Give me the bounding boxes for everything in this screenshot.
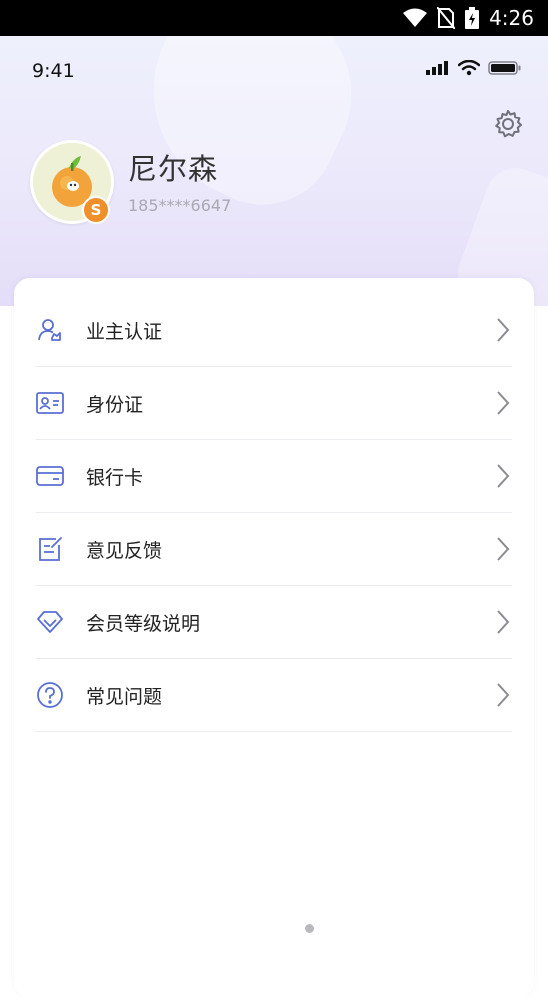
- system-status-bar: 4:26: [0, 0, 548, 36]
- feedback-icon: [36, 535, 64, 563]
- menu-item-bank-card[interactable]: 银行卡: [36, 440, 512, 513]
- menu-list: 业主认证 身份证 银行卡 意见反馈 会员等级说明 常见问题: [36, 294, 512, 732]
- profile-header: 9:41 S 尼尔森 185****6647: [0, 36, 548, 306]
- settings-gear-icon[interactable]: [492, 108, 524, 140]
- menu-label: 业主认证: [86, 320, 163, 343]
- menu-item-id-card[interactable]: 身份证: [36, 367, 512, 440]
- diamond-icon: [36, 608, 64, 636]
- menu-item-feedback[interactable]: 意见反馈: [36, 513, 512, 586]
- chevron-right-icon: [497, 464, 510, 488]
- system-time: 4:26: [489, 6, 534, 30]
- menu-item-faq[interactable]: 常见问题: [36, 659, 512, 732]
- chevron-right-icon: [497, 537, 510, 561]
- menu-label: 常见问题: [86, 685, 163, 708]
- menu-label: 银行卡: [86, 466, 144, 489]
- cellular-signal-icon: [426, 61, 448, 75]
- chevron-right-icon: [497, 610, 510, 634]
- id-card-icon: [36, 389, 64, 417]
- battery-charging-icon: [465, 7, 480, 29]
- ios-wifi-icon: [458, 60, 480, 76]
- menu-card: 业主认证 身份证 银行卡 意见反馈 会员等级说明 常见问题: [14, 278, 534, 998]
- menu-label: 会员等级说明: [86, 612, 201, 635]
- no-sim-icon: [437, 7, 456, 29]
- chevron-right-icon: [497, 683, 510, 707]
- question-icon: [36, 681, 64, 709]
- ios-status-icons: [426, 60, 522, 76]
- ios-battery-icon: [488, 61, 521, 75]
- menu-item-membership-levels[interactable]: 会员等级说明: [36, 586, 512, 659]
- chevron-right-icon: [497, 318, 510, 342]
- menu-item-owner-certification[interactable]: 业主认证: [36, 294, 512, 367]
- ios-status-time: 9:41: [32, 60, 75, 82]
- menu-label: 身份证: [86, 393, 144, 416]
- chevron-right-icon: [497, 391, 510, 415]
- menu-label: 意见反馈: [86, 539, 163, 562]
- bank-card-icon: [36, 462, 64, 490]
- user-phone: 185****6647: [128, 196, 232, 215]
- page-indicator-dot: [305, 924, 314, 933]
- user-name: 尼尔森: [128, 152, 219, 186]
- vip-level-badge: S: [82, 196, 110, 224]
- owner-certify-icon: [36, 316, 64, 344]
- wifi-icon: [403, 8, 428, 27]
